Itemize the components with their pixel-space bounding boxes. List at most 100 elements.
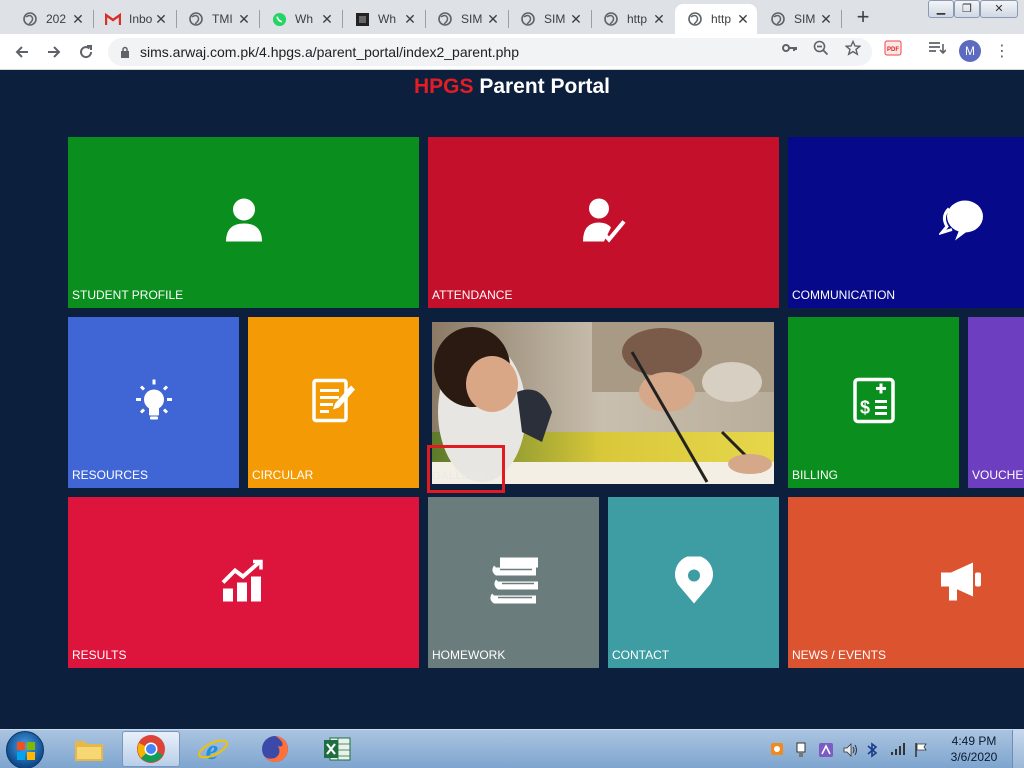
browser-tab[interactable]: Inbo ✕ [93,4,175,34]
browser-tab[interactable]: 202 ✕ [10,4,92,34]
browser-tab[interactable]: Wh ✕ [259,4,341,34]
close-tab-icon[interactable]: ✕ [402,11,418,28]
minimize-window-button[interactable]: ▁ [928,0,954,18]
browser-tab[interactable]: TMI ✕ [176,4,258,34]
browser-toolbar: sims.arwaj.com.pk/4.hpgs.a/parent_portal… [0,34,1024,70]
globe-icon [22,11,38,27]
pdf-extension-icon[interactable]: PDF [883,40,903,56]
clock-date: 3/6/2020 [950,750,998,764]
close-tab-icon[interactable]: ✕ [319,11,335,28]
tile-resources[interactable]: RESOURCES [68,317,239,488]
user-check-icon [582,197,626,248]
usb-device-icon[interactable] [794,742,810,758]
address-bar[interactable]: sims.arwaj.com.pk/4.hpgs.a/parent_portal… [108,38,872,66]
tile-news-events[interactable]: NEWS / EVENTS [788,497,1024,668]
tile-billing[interactable]: $ BILLING [788,317,959,488]
gallery-highlight-box [427,445,505,493]
profile-avatar[interactable]: M [959,40,981,62]
tab-title: TMI [212,12,233,26]
browser-tab[interactable]: SIM ✕ [508,4,590,34]
tab-title: Wh [295,12,313,26]
close-tab-icon[interactable]: ✕ [485,11,501,28]
tab-title: Wh [378,12,396,26]
notification-app-icon[interactable] [770,742,786,758]
document-edit-icon [311,377,357,428]
reload-icon [80,45,93,59]
forward-button[interactable] [42,40,66,64]
close-tab-icon[interactable]: ✕ [70,11,86,28]
tab-title: SIM [461,12,483,26]
tab-title: 202 [46,12,67,26]
back-arrow-icon [15,46,28,58]
close-tab-icon[interactable]: ✕ [651,11,667,28]
windows-taskbar: e 4:49 PM 3/6/2020 [0,729,1024,768]
tile-label: RESOURCES [72,468,149,482]
taskbar-internet-explorer[interactable]: e [184,731,242,767]
close-tab-icon[interactable]: ✕ [818,11,834,28]
tile-contact[interactable]: CONTACT [608,497,779,668]
tile-results[interactable]: RESULTS [68,497,419,668]
browser-tab[interactable]: SIM ✕ [425,4,507,34]
portal-page: HPGS Parent Portal STUDENT PROFILE ATTEN… [0,71,1024,729]
tab-title: SIM [794,12,816,26]
taskbar-excel[interactable] [308,731,366,767]
bluetooth-icon[interactable] [866,741,882,758]
app-tray-icon[interactable] [818,742,834,758]
show-desktop-button[interactable] [1012,730,1024,768]
tab-title: Inbo [129,12,153,26]
tile-student-profile[interactable]: STUDENT PROFILE [68,137,419,308]
taskbar-chrome[interactable] [122,731,180,767]
tab-title: http [627,12,648,26]
tile-voucher[interactable]: VOUCHER [968,317,1024,488]
network-signal-icon[interactable] [890,742,906,758]
reload-button[interactable] [74,40,98,64]
internet-explorer-icon: e [198,735,228,765]
tile-communication[interactable]: COMMUNICATION [788,137,1024,308]
browser-tab[interactable]: Wh ✕ [342,4,424,34]
restore-icon: ❐ [962,3,972,15]
close-tab-icon[interactable]: ✕ [236,11,252,28]
key-icon[interactable] [780,40,800,56]
chrome-icon [137,735,165,763]
tab-title: http [711,12,732,26]
tab-title: SIM [544,12,566,26]
portal-brand: HPGS [413,75,474,98]
tile-label: ATTENDANCE [432,288,513,302]
tile-label: CIRCULAR [252,468,314,482]
browser-tab[interactable]: SIM ✕ [758,4,840,34]
windows-logo-icon [17,742,35,760]
system-tray [770,730,938,768]
browser-tab[interactable]: http ✕ [591,4,673,34]
close-tab-icon[interactable]: ✕ [568,11,584,28]
video-icon [354,11,370,27]
volume-icon[interactable] [842,742,858,758]
taskbar-clock[interactable]: 4:49 PM 3/6/2020 [944,733,1004,765]
whatsapp-icon [271,11,287,27]
tile-attendance[interactable]: ATTENDANCE [428,137,779,308]
start-button[interactable] [6,731,44,768]
back-button[interactable] [10,40,34,64]
new-tab-button[interactable]: + [852,6,874,28]
reading-list-icon[interactable] [927,40,947,56]
close-tab-icon[interactable]: ✕ [735,11,751,28]
globe-icon [603,11,619,27]
close-tab-icon[interactable]: ✕ [153,11,169,28]
taskbar-file-explorer[interactable] [60,731,118,767]
lightbulb-icon [131,377,177,428]
tile-label: STUDENT PROFILE [72,288,184,302]
tile-homework[interactable]: HOMEWORK [428,497,599,668]
tile-circular[interactable]: CIRCULAR [248,317,419,488]
restore-window-button[interactable]: ❐ [954,0,980,18]
browser-tab-active[interactable]: http ✕ [675,4,757,34]
close-window-button[interactable]: ✕ [980,0,1018,18]
user-icon [224,197,264,248]
action-center-flag-icon[interactable] [914,742,930,758]
more-menu-icon[interactable]: ⋮ [994,41,1010,61]
page-title: HPGS Parent Portal [0,75,1024,99]
globe-icon [437,11,453,27]
svg-text:$: $ [859,397,869,417]
taskbar-firefox[interactable] [246,731,304,767]
bookmark-star-icon[interactable] [843,40,863,56]
zoom-out-icon[interactable] [811,40,831,56]
lock-icon [118,46,132,58]
